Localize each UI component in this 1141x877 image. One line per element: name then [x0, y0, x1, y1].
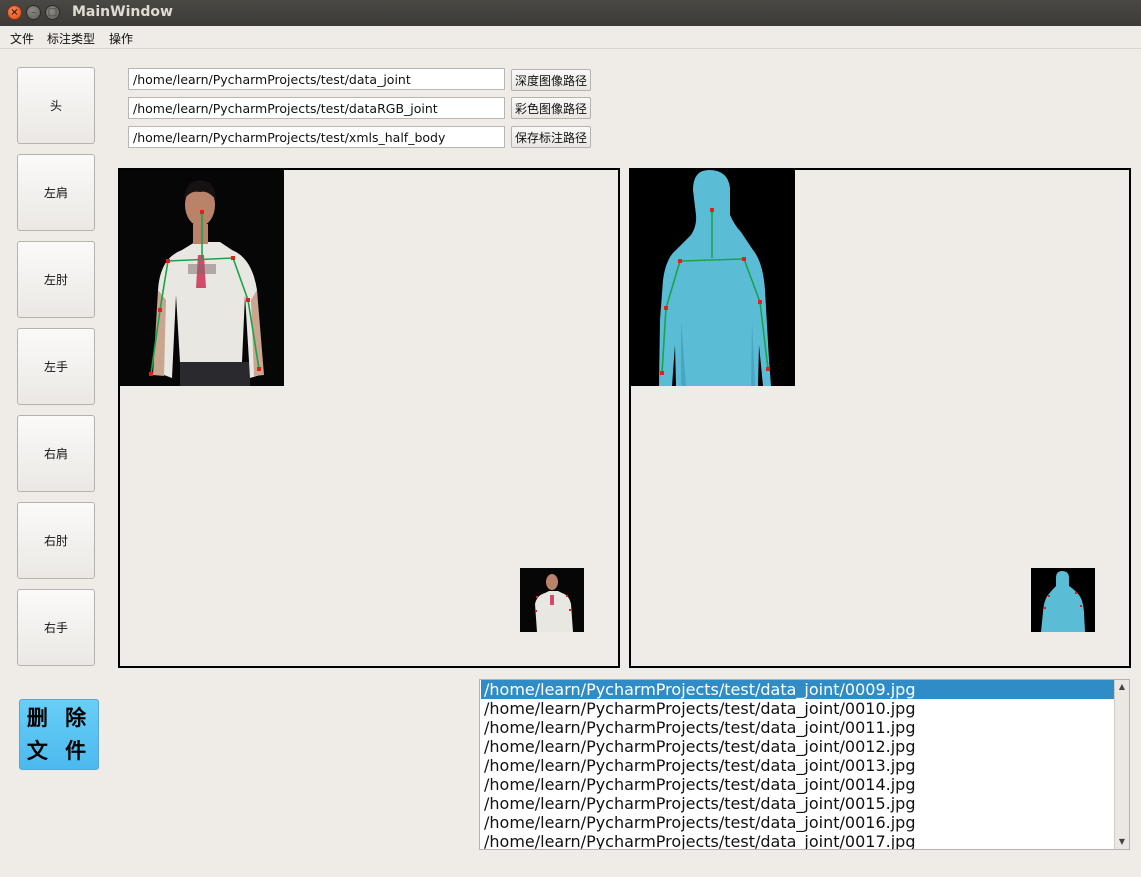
- file-list-scrollbar[interactable]: ▲ ▼: [1114, 680, 1129, 849]
- right-hand-button[interactable]: 右手: [17, 589, 95, 666]
- menu-annotation-type[interactable]: 标注类型: [47, 30, 95, 47]
- rgb-annotation-canvas[interactable]: [120, 170, 618, 666]
- file-list-item[interactable]: /home/learn/PycharmProjects/test/data_jo…: [481, 794, 1115, 813]
- scroll-down-arrow-icon[interactable]: ▼: [1115, 835, 1129, 849]
- scroll-up-arrow-icon[interactable]: ▲: [1115, 680, 1129, 694]
- file-list-item[interactable]: /home/learn/PycharmProjects/test/data_jo…: [481, 737, 1115, 756]
- title-bar: × – □ MainWindow: [0, 0, 1141, 26]
- file-list-item[interactable]: /home/learn/PycharmProjects/test/data_jo…: [481, 699, 1115, 718]
- file-list[interactable]: /home/learn/PycharmProjects/test/data_jo…: [479, 679, 1130, 850]
- save-annotation-path-input[interactable]: [128, 126, 505, 148]
- color-image-path-button[interactable]: 彩色图像路径: [511, 97, 591, 119]
- left-hand-button[interactable]: 左手: [17, 328, 95, 405]
- file-list-item[interactable]: /home/learn/PycharmProjects/test/data_jo…: [481, 718, 1115, 737]
- depth-image-path-input[interactable]: [128, 68, 505, 90]
- depth-image-panel[interactable]: [629, 168, 1131, 668]
- delete-file-label: 删 除 文 件: [26, 705, 92, 763]
- menu-file[interactable]: 文件: [10, 30, 34, 47]
- save-annotation-path-button[interactable]: 保存标注路径: [511, 126, 591, 148]
- depth-annotation-canvas[interactable]: [631, 170, 1129, 666]
- file-list-item[interactable]: /home/learn/PycharmProjects/test/data_jo…: [481, 680, 1115, 699]
- window-title: MainWindow: [72, 4, 173, 20]
- file-list-item[interactable]: /home/learn/PycharmProjects/test/data_jo…: [481, 775, 1115, 794]
- delete-file-button[interactable]: 删 除 文 件: [19, 699, 99, 770]
- minimize-icon[interactable]: –: [26, 5, 41, 20]
- left-elbow-button[interactable]: 左肘: [17, 241, 95, 318]
- depth-image-path-button[interactable]: 深度图像路径: [511, 69, 591, 91]
- maximize-icon[interactable]: □: [45, 5, 60, 20]
- color-image-path-input[interactable]: [128, 97, 505, 119]
- right-shoulder-button[interactable]: 右肩: [17, 415, 95, 492]
- menu-operation[interactable]: 操作: [109, 30, 133, 47]
- rgb-image-panel[interactable]: [118, 168, 620, 668]
- right-elbow-button[interactable]: 右肘: [17, 502, 95, 579]
- file-list-item[interactable]: /home/learn/PycharmProjects/test/data_jo…: [481, 813, 1115, 832]
- left-shoulder-button[interactable]: 左肩: [17, 154, 95, 231]
- file-list-item[interactable]: /home/learn/PycharmProjects/test/data_jo…: [481, 756, 1115, 775]
- menu-bar: 文件 标注类型 操作: [0, 26, 1141, 49]
- file-list-item[interactable]: /home/learn/PycharmProjects/test/data_jo…: [481, 832, 1115, 849]
- head-button[interactable]: 头: [17, 67, 95, 144]
- close-icon[interactable]: ×: [7, 5, 22, 20]
